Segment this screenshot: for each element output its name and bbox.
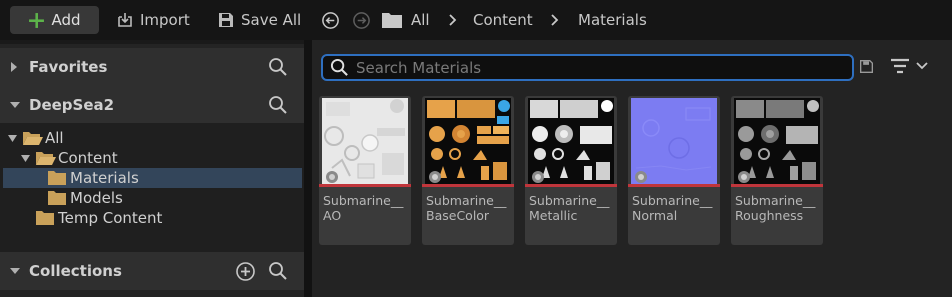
collections-header[interactable]: Collections (0, 252, 304, 290)
search-input[interactable]: Search Materials (321, 54, 854, 81)
asset-view: Search Materials Submarine__ AO Submarin… (312, 40, 952, 297)
tree-item-materials[interactable]: Materials (3, 168, 302, 188)
material-badge-icon (326, 171, 338, 183)
triangle-down-icon (10, 102, 20, 108)
asset-type-bar (422, 184, 514, 187)
chevron-right-icon (551, 14, 559, 26)
panel-splitter[interactable] (304, 40, 312, 297)
tree-item-models[interactable]: Models (3, 188, 302, 208)
asset-type-bar (525, 184, 617, 187)
search-icon (330, 58, 348, 76)
folder-icon (382, 13, 402, 28)
asset-type-bar (628, 184, 720, 187)
folder-icon (48, 171, 66, 185)
project-label: DeepSea2 (29, 96, 115, 114)
asset-name: Submarine__ BaseColor (426, 193, 507, 223)
asset-tile-roughness[interactable]: Submarine__ Roughness (731, 96, 823, 245)
tree-label: All (45, 129, 64, 147)
asset-name: Submarine__ Normal (632, 193, 713, 223)
folder-tree: All Content Materials Models Temp Conten… (0, 123, 304, 252)
search-icon[interactable] (268, 57, 288, 77)
material-badge-icon (738, 171, 750, 183)
save-all-label: Save All (241, 11, 302, 29)
search-icon[interactable] (268, 95, 288, 115)
material-badge-icon (532, 171, 544, 183)
project-header[interactable]: DeepSea2 (0, 86, 304, 124)
tree-label: Models (70, 189, 123, 207)
triangle-down-icon (8, 134, 17, 142)
breadcrumb-all[interactable]: All (411, 9, 430, 31)
forward-icon[interactable] (352, 11, 371, 30)
filter-icon[interactable] (890, 58, 910, 75)
folder-icon (36, 211, 54, 225)
tree-label: Materials (70, 169, 139, 187)
asset-tile-metallic[interactable]: Submarine__ Metallic (525, 96, 617, 245)
import-button[interactable]: Import (116, 9, 190, 31)
search-placeholder: Search Materials (356, 58, 482, 77)
folder-open-icon (36, 152, 56, 165)
save-search-icon[interactable] (859, 59, 874, 74)
save-icon (219, 13, 233, 27)
add-label: Add (51, 11, 81, 29)
triangle-right-icon (11, 62, 17, 72)
triangle-down-icon (10, 268, 20, 274)
plus-icon (29, 12, 45, 28)
breadcrumb-content[interactable]: Content (473, 9, 533, 31)
asset-name: Submarine__ Roughness (735, 193, 816, 223)
add-circle-icon[interactable] (235, 261, 256, 282)
asset-tile-ao[interactable]: Submarine__ AO (319, 96, 411, 245)
tree-item-content[interactable]: Content (3, 148, 302, 168)
favorites-header[interactable]: Favorites (0, 48, 304, 86)
tree-item-temp-content[interactable]: Temp Content (3, 208, 302, 228)
material-badge-icon (429, 171, 441, 183)
tree-label: Temp Content (58, 209, 163, 227)
toolbar: Add Import Save All All Content Material… (0, 0, 952, 40)
tree-item-all[interactable]: All (3, 128, 302, 148)
material-badge-icon (635, 171, 647, 183)
add-button[interactable]: Add (10, 6, 99, 34)
save-all-button[interactable]: Save All (217, 9, 301, 31)
import-label: Import (140, 11, 190, 29)
tree-label: Content (58, 149, 118, 167)
favorites-label: Favorites (29, 58, 108, 76)
import-icon (118, 13, 132, 27)
back-icon[interactable] (321, 11, 340, 30)
asset-name: Submarine__ Metallic (529, 193, 610, 223)
asset-type-bar (319, 184, 411, 187)
asset-tile-basecolor[interactable]: Submarine__ BaseColor (422, 96, 514, 245)
chevron-right-icon (449, 14, 457, 26)
sources-panel: Favorites DeepSea2 All Content Materials… (0, 44, 304, 297)
asset-name: Submarine__ AO (323, 193, 404, 223)
collections-label: Collections (29, 262, 122, 280)
asset-type-bar (731, 184, 823, 187)
search-icon[interactable] (268, 261, 288, 281)
asset-tile-normal[interactable]: Submarine__ Normal (628, 96, 720, 245)
folder-icon (48, 191, 66, 205)
folder-open-icon (23, 132, 43, 145)
breadcrumb-materials[interactable]: Materials (578, 9, 647, 31)
chevron-down-icon[interactable] (916, 60, 928, 72)
triangle-down-icon (21, 154, 30, 162)
